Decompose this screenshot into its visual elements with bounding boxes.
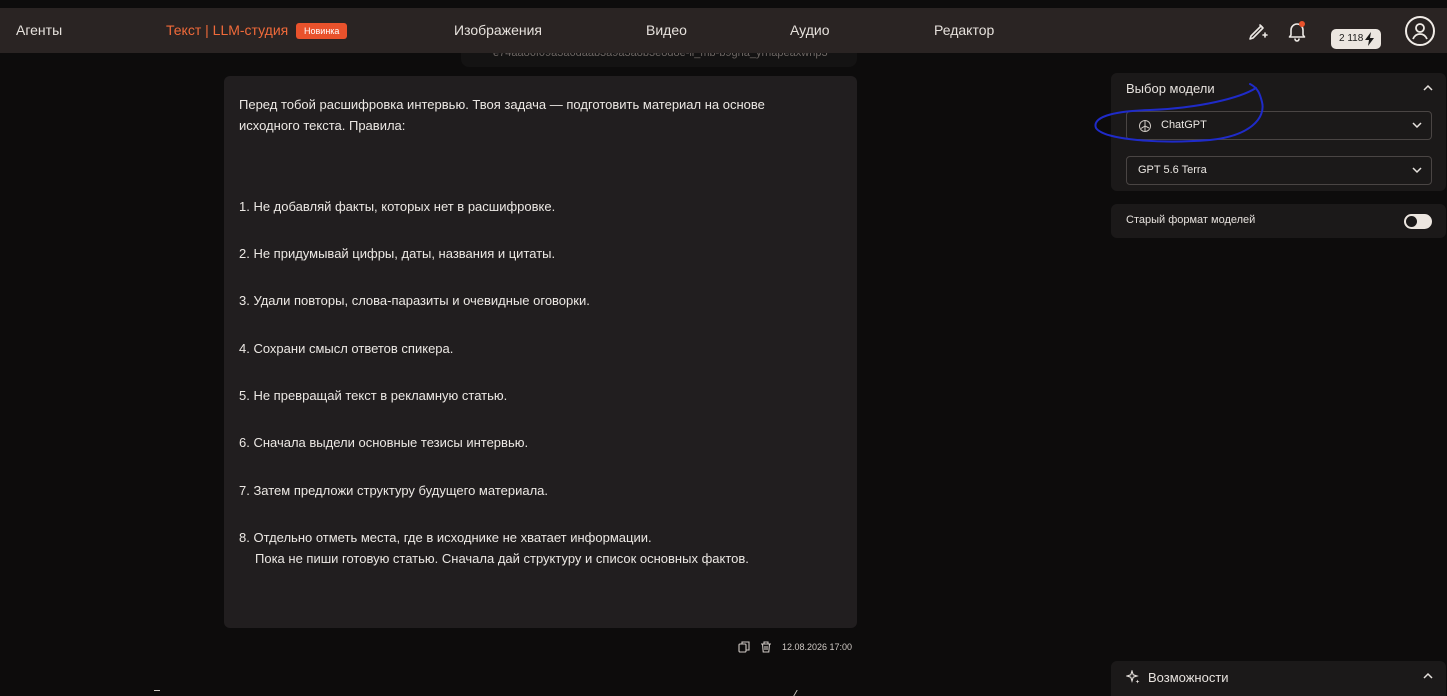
chevron-up-icon[interactable]	[1423, 84, 1433, 92]
message-timestamp: 12.08.2026 17:00	[782, 642, 853, 652]
cut-off-text-fragment	[154, 690, 160, 696]
lightning-icon	[1365, 32, 1374, 46]
provider-select[interactable]: ChatGPT	[1126, 111, 1432, 140]
chevron-down-icon	[1412, 122, 1422, 129]
balance-badge[interactable]: 2 118	[1331, 29, 1381, 49]
nav-agents[interactable]: Агенты	[16, 8, 62, 53]
trash-icon[interactable]	[760, 641, 772, 653]
rule-2: 2. Не придумывай цифры, даты, названия и…	[239, 246, 556, 261]
model-value: GPT 5.6 Terra	[1138, 164, 1207, 176]
top-nav: Агенты Текст | LLM-студия Новинка Изобра…	[0, 8, 1447, 53]
new-badge: Новинка	[296, 23, 348, 39]
attachment-strip[interactable]: e74aa86f09a3a6daab3a9a3a8b3e8d8e-ii_mb-b…	[461, 53, 857, 67]
openai-icon	[1139, 120, 1151, 132]
user-message: Перед тобой расшифровка интервью. Твоя з…	[224, 76, 857, 628]
nav-editor[interactable]: Редактор	[934, 8, 994, 53]
magic-pen-icon[interactable]	[1246, 19, 1270, 43]
bell-icon[interactable]	[1285, 19, 1309, 43]
old-format-toggle[interactable]	[1404, 214, 1432, 229]
attachment-name: e74aa86f09a3a6daab3a9a3a8b3e8d8e-ii_mb-b…	[493, 53, 828, 59]
sparkle-icon	[1126, 670, 1140, 684]
message-meta: 12.08.2026 17:00	[738, 640, 852, 654]
chevron-up-icon[interactable]	[1423, 672, 1433, 680]
features-panel[interactable]: Возможности	[1111, 661, 1446, 696]
message-closing: Пока не пиши готовую статью. Сначала дай…	[255, 551, 749, 566]
avatar[interactable]	[1405, 16, 1435, 46]
nav-audio[interactable]: Аудио	[790, 8, 830, 53]
rule-7: 7. Затем предложи структуру будущего мат…	[239, 483, 549, 498]
old-format-label: Старый формат моделей	[1126, 214, 1256, 226]
message-intro: Перед тобой расшифровка интервью. Твоя з…	[239, 97, 765, 133]
rule-4: 4. Сохрани смысл ответов спикера.	[239, 341, 454, 356]
provider-value: ChatGPT	[1161, 119, 1207, 131]
nav-video[interactable]: Видео	[646, 8, 687, 53]
balance-value: 2 118	[1339, 33, 1364, 44]
cut-off-text-fragment	[793, 690, 803, 696]
rule-5: 5. Не превращай текст в рекламную статью…	[239, 388, 508, 403]
chevron-down-icon	[1412, 167, 1422, 174]
old-format-row: Старый формат моделей	[1111, 204, 1446, 238]
rule-6: 6. Сначала выдели основные тезисы интерв…	[239, 435, 529, 450]
model-select[interactable]: GPT 5.6 Terra	[1126, 156, 1432, 185]
copy-icon[interactable]	[738, 641, 750, 653]
rule-3: 3. Удали повторы, слова-паразиты и очеви…	[239, 293, 590, 308]
panel-title: Выбор модели	[1126, 81, 1215, 96]
rule-1: 1. Не добавляй факты, которых нет в расш…	[239, 199, 556, 214]
model-select-panel: Выбор модели ChatGPT GPT 5.6 Terra	[1111, 73, 1446, 191]
toggle-knob	[1406, 216, 1417, 227]
nav-images[interactable]: Изображения	[454, 8, 542, 53]
features-title: Возможности	[1148, 670, 1229, 685]
rule-8: 8. Отдельно отметь места, где в исходник…	[239, 530, 652, 545]
nav-text-studio[interactable]: Текст | LLM-студия	[166, 8, 288, 53]
